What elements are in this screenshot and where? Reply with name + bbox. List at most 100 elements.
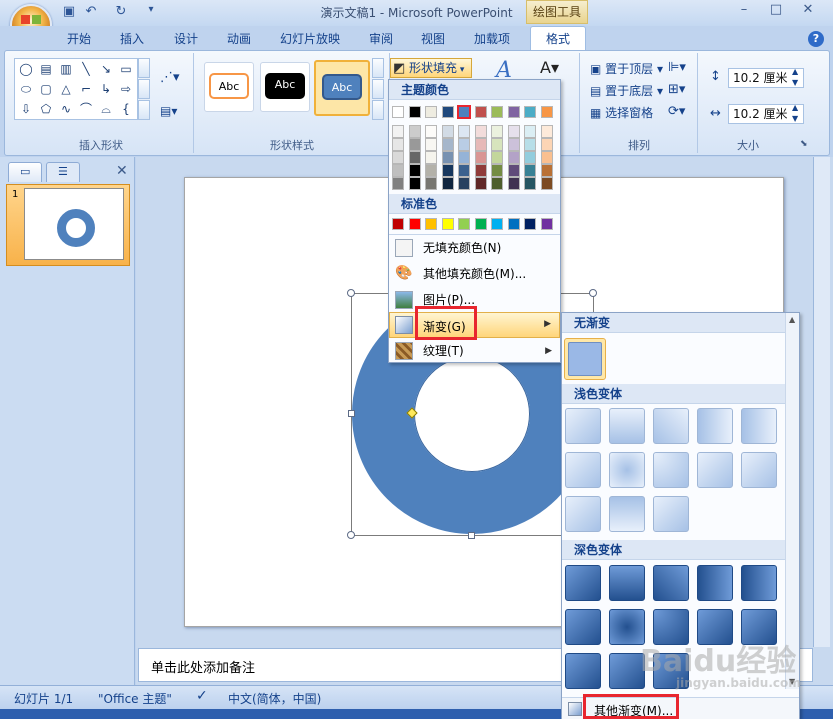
shape-fill-button[interactable]: ◩ 形状填充 ▾ [390,58,472,78]
theme-color-swatch[interactable] [425,164,437,177]
theme-color-swatch[interactable] [441,138,454,151]
theme-color-swatch[interactable] [425,138,437,151]
shape-style-2[interactable]: Abc [260,62,310,112]
light-gradient-swatch[interactable] [653,452,689,488]
shapes-gallery[interactable]: ◯ ▤ ▥ ╲ ↘ ▭ ⬭ ▢ △ ⌐ ↳ ⇨ ⇩ ⬠ ∿ ⌒ ⌓ { [14,58,138,120]
selection-pane-button[interactable]: ▦ 选择窗格 [590,104,653,121]
light-gradient-swatch[interactable] [653,408,689,444]
bring-to-front-button[interactable]: ▣ 置于顶层 ▾ [590,60,663,77]
close-window-icon[interactable]: ✕ [796,2,820,20]
tab-animations[interactable]: 动画 [227,30,251,47]
no-gradient-option[interactable] [564,338,606,380]
group-objects-icon[interactable]: ⊞▾ [668,82,685,97]
theme-color-swatch[interactable] [507,164,520,177]
resize-handle-top-right[interactable] [589,289,597,297]
arrow-line-shape-icon[interactable]: ↘ [99,63,113,75]
theme-color-swatch[interactable] [524,125,536,138]
theme-color-swatch[interactable] [458,177,470,190]
texture-fill-item[interactable]: 纹理(T) ▶ [389,338,560,364]
theme-color-swatch[interactable] [524,164,536,177]
light-gradient-swatch[interactable] [609,408,645,444]
styles-scroll-down[interactable] [372,79,384,99]
theme-color-swatch[interactable] [458,151,470,164]
theme-color-swatch[interactable] [392,151,404,164]
theme-color-swatch[interactable] [491,125,503,138]
oval-shape-icon[interactable]: ◯ [19,63,33,75]
theme-color-grid[interactable] [392,105,558,190]
theme-color-swatch[interactable] [425,151,437,164]
theme-color-swatch[interactable] [524,177,536,190]
height-spinner[interactable]: ▲ ▼ [792,66,798,88]
elbow-connector-icon[interactable]: ⌐ [79,83,93,95]
theme-color-swatch[interactable] [507,151,520,164]
theme-color-swatch[interactable] [474,164,487,177]
dark-gradient-swatch[interactable] [565,609,601,645]
dark-gradient-swatch[interactable] [653,565,689,601]
dark-gradient-swatch[interactable] [741,565,777,601]
theme-color-swatch[interactable] [524,138,536,151]
theme-color-swatch[interactable] [441,106,454,118]
brace-shape-icon[interactable]: { [119,103,133,115]
width-spinner[interactable]: ▲ ▼ [792,102,798,124]
tab-insert[interactable]: 插入 [120,30,144,47]
theme-color-swatch[interactable] [540,106,553,118]
light-gradient-swatch[interactable] [741,452,777,488]
tab-view[interactable]: 视图 [421,30,445,47]
help-icon[interactable]: ? [808,31,824,47]
outline-tab[interactable]: ☰ [46,162,80,182]
minimize-icon[interactable]: – [732,2,756,20]
tab-design[interactable]: 设计 [174,30,198,47]
close-panel-icon[interactable]: ✕ [116,163,128,179]
theme-color-swatch[interactable] [474,125,487,138]
rounded-rectangle-icon[interactable]: ▢ [39,83,53,95]
theme-color-swatch[interactable] [491,177,503,190]
theme-color-swatch[interactable] [425,106,437,118]
resize-handle-left[interactable] [348,410,355,417]
redo-icon[interactable]: ↻ [112,4,130,22]
standard-color-row[interactable] [392,218,558,232]
tab-addins[interactable]: 加载项 [474,30,510,47]
save-icon[interactable]: ▣ [60,4,78,22]
theme-color-swatch[interactable] [491,138,503,151]
light-gradient-swatch[interactable] [741,408,777,444]
theme-color-swatch[interactable] [408,125,421,138]
theme-color-swatch[interactable] [540,138,553,151]
theme-color-swatch[interactable] [540,177,553,190]
size-dialog-launcher-icon[interactable]: ⬊ [800,139,808,149]
text-fill-icon[interactable]: A▾ [540,58,559,77]
theme-color-swatch[interactable] [408,177,421,190]
theme-color-swatch[interactable] [392,138,404,151]
theme-color-swatch[interactable] [392,177,404,190]
theme-color-swatch[interactable] [524,106,536,118]
theme-color-swatch[interactable] [474,151,487,164]
standard-color-swatch[interactable] [540,218,553,230]
resize-handle-top-left[interactable] [347,289,355,297]
theme-color-swatch[interactable] [540,125,553,138]
light-gradient-swatch[interactable] [565,496,601,532]
light-gradient-swatch[interactable] [609,452,645,488]
no-fill-item[interactable]: 无填充颜色(N) [389,235,560,261]
theme-color-swatch[interactable] [458,125,470,138]
tab-home[interactable]: 开始 [67,30,91,47]
theme-color-swatch[interactable] [441,151,454,164]
theme-color-swatch[interactable] [441,177,454,190]
light-variation-grid[interactable] [565,408,783,536]
curve-shape-icon[interactable]: ∿ [59,103,73,115]
theme-color-swatch[interactable] [540,164,553,177]
dark-gradient-swatch[interactable] [609,565,645,601]
light-gradient-swatch[interactable] [609,496,645,532]
elbow-arrow-icon[interactable]: ↳ [99,83,113,95]
light-gradient-swatch[interactable] [697,408,733,444]
light-gradient-swatch[interactable] [653,496,689,532]
standard-color-swatch[interactable] [507,218,520,230]
light-gradient-swatch[interactable] [697,452,733,488]
rectangle-shape-icon[interactable]: ▭ [119,63,133,75]
theme-color-swatch[interactable] [507,177,520,190]
undo-icon[interactable]: ↶ [82,4,100,22]
theme-color-swatch[interactable] [507,106,520,118]
theme-color-swatch[interactable] [491,106,503,118]
right-arrow-shape-icon[interactable]: ⇨ [119,83,133,95]
theme-color-swatch[interactable] [408,106,421,118]
standard-color-swatch[interactable] [458,218,470,230]
theme-color-swatch[interactable] [507,138,520,151]
